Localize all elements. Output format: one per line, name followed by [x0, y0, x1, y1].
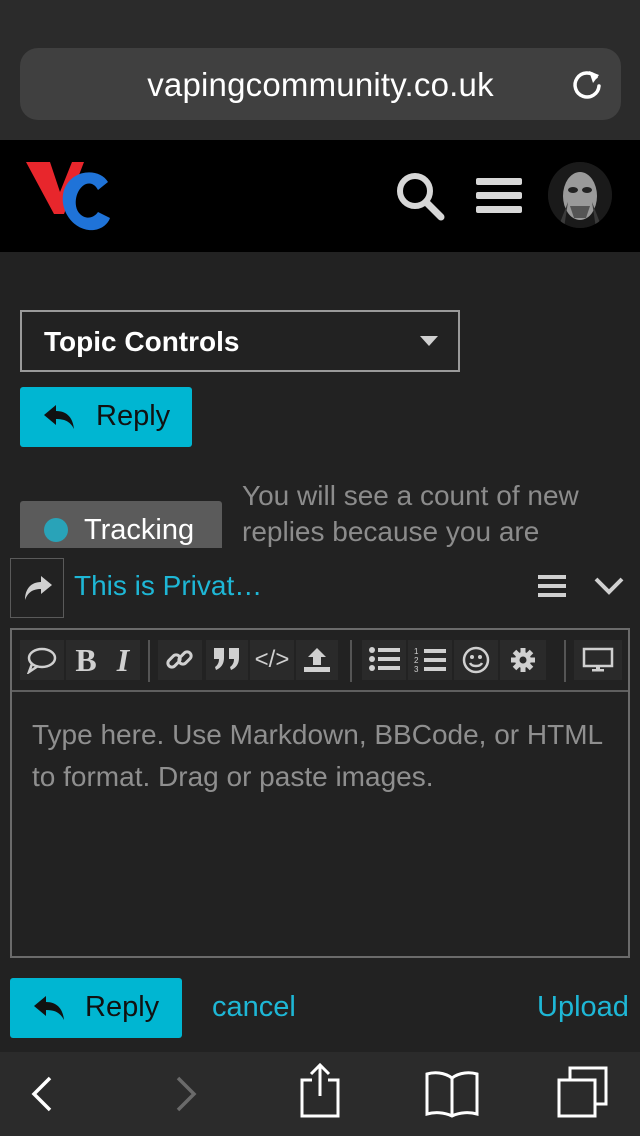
- quote-bubble-icon[interactable]: [20, 640, 64, 680]
- reply-button-label: Reply: [96, 400, 171, 432]
- submit-reply-label: Reply: [85, 991, 160, 1023]
- search-icon[interactable]: [394, 170, 446, 222]
- reply-button[interactable]: Reply: [20, 387, 192, 447]
- link-icon[interactable]: [158, 640, 202, 680]
- toolbar-separator: [564, 640, 566, 682]
- tabs-icon[interactable]: [556, 1066, 610, 1118]
- bold-button[interactable]: B: [66, 640, 106, 680]
- preview-monitor-icon[interactable]: [574, 640, 622, 680]
- topic-controls-dropdown[interactable]: Topic Controls: [20, 310, 460, 372]
- caret-down-icon: [420, 336, 438, 346]
- forward-arrow-icon: [25, 576, 52, 600]
- submit-reply-button[interactable]: Reply: [10, 978, 182, 1038]
- tracking-label: Tracking: [84, 514, 195, 546]
- reply-arrow-icon: [34, 996, 64, 1020]
- url-text[interactable]: vapingcommunity.co.uk: [20, 66, 621, 104]
- editor[interactable]: B I </> 123 Type here. Use Markdown, BBC…: [10, 628, 630, 958]
- bookmarks-book-icon[interactable]: [424, 1068, 480, 1118]
- composer-title[interactable]: This is Privat…: [74, 570, 262, 602]
- composer-menu-icon[interactable]: [538, 574, 566, 598]
- reply-arrow-icon: [44, 405, 74, 429]
- upload-icon[interactable]: [296, 640, 338, 680]
- editor-toolbar: B I </> 123: [12, 630, 628, 692]
- reload-icon[interactable]: [569, 66, 605, 102]
- tracking-button[interactable]: Tracking: [20, 501, 222, 549]
- cancel-link[interactable]: cancel: [212, 991, 296, 1024]
- editor-placeholder[interactable]: Type here. Use Markdown, BBCode, or HTML…: [32, 714, 612, 798]
- toolbar-separator: [350, 640, 352, 682]
- upload-link[interactable]: Upload: [537, 991, 629, 1024]
- forward-chevron-icon[interactable]: [170, 1074, 200, 1114]
- tracking-status-dot: [44, 518, 68, 542]
- blockquote-icon[interactable]: [206, 640, 248, 680]
- site-logo[interactable]: [24, 156, 112, 236]
- address-bar[interactable]: vapingcommunity.co.uk: [20, 48, 621, 120]
- italic-button[interactable]: I: [106, 640, 140, 680]
- toolbar-separator: [148, 640, 150, 682]
- composer-action-button[interactable]: [10, 558, 64, 618]
- svg-text:3: 3: [414, 665, 419, 674]
- share-icon[interactable]: [298, 1062, 342, 1118]
- back-chevron-icon[interactable]: [28, 1074, 58, 1114]
- tracking-description: You will see a count of new replies beca…: [242, 480, 579, 547]
- emoji-icon[interactable]: [454, 640, 498, 680]
- gear-icon[interactable]: [500, 640, 546, 680]
- topic-controls-label: Topic Controls: [44, 326, 240, 357]
- chevron-down-icon[interactable]: [594, 576, 624, 596]
- bullet-list-icon[interactable]: [362, 640, 406, 680]
- svg-text:1: 1: [414, 647, 419, 656]
- numbered-list-icon[interactable]: 123: [408, 640, 452, 680]
- user-avatar[interactable]: [548, 162, 612, 228]
- hamburger-menu-icon[interactable]: [476, 176, 522, 216]
- svg-text:2: 2: [414, 656, 419, 665]
- code-button[interactable]: </>: [250, 640, 294, 680]
